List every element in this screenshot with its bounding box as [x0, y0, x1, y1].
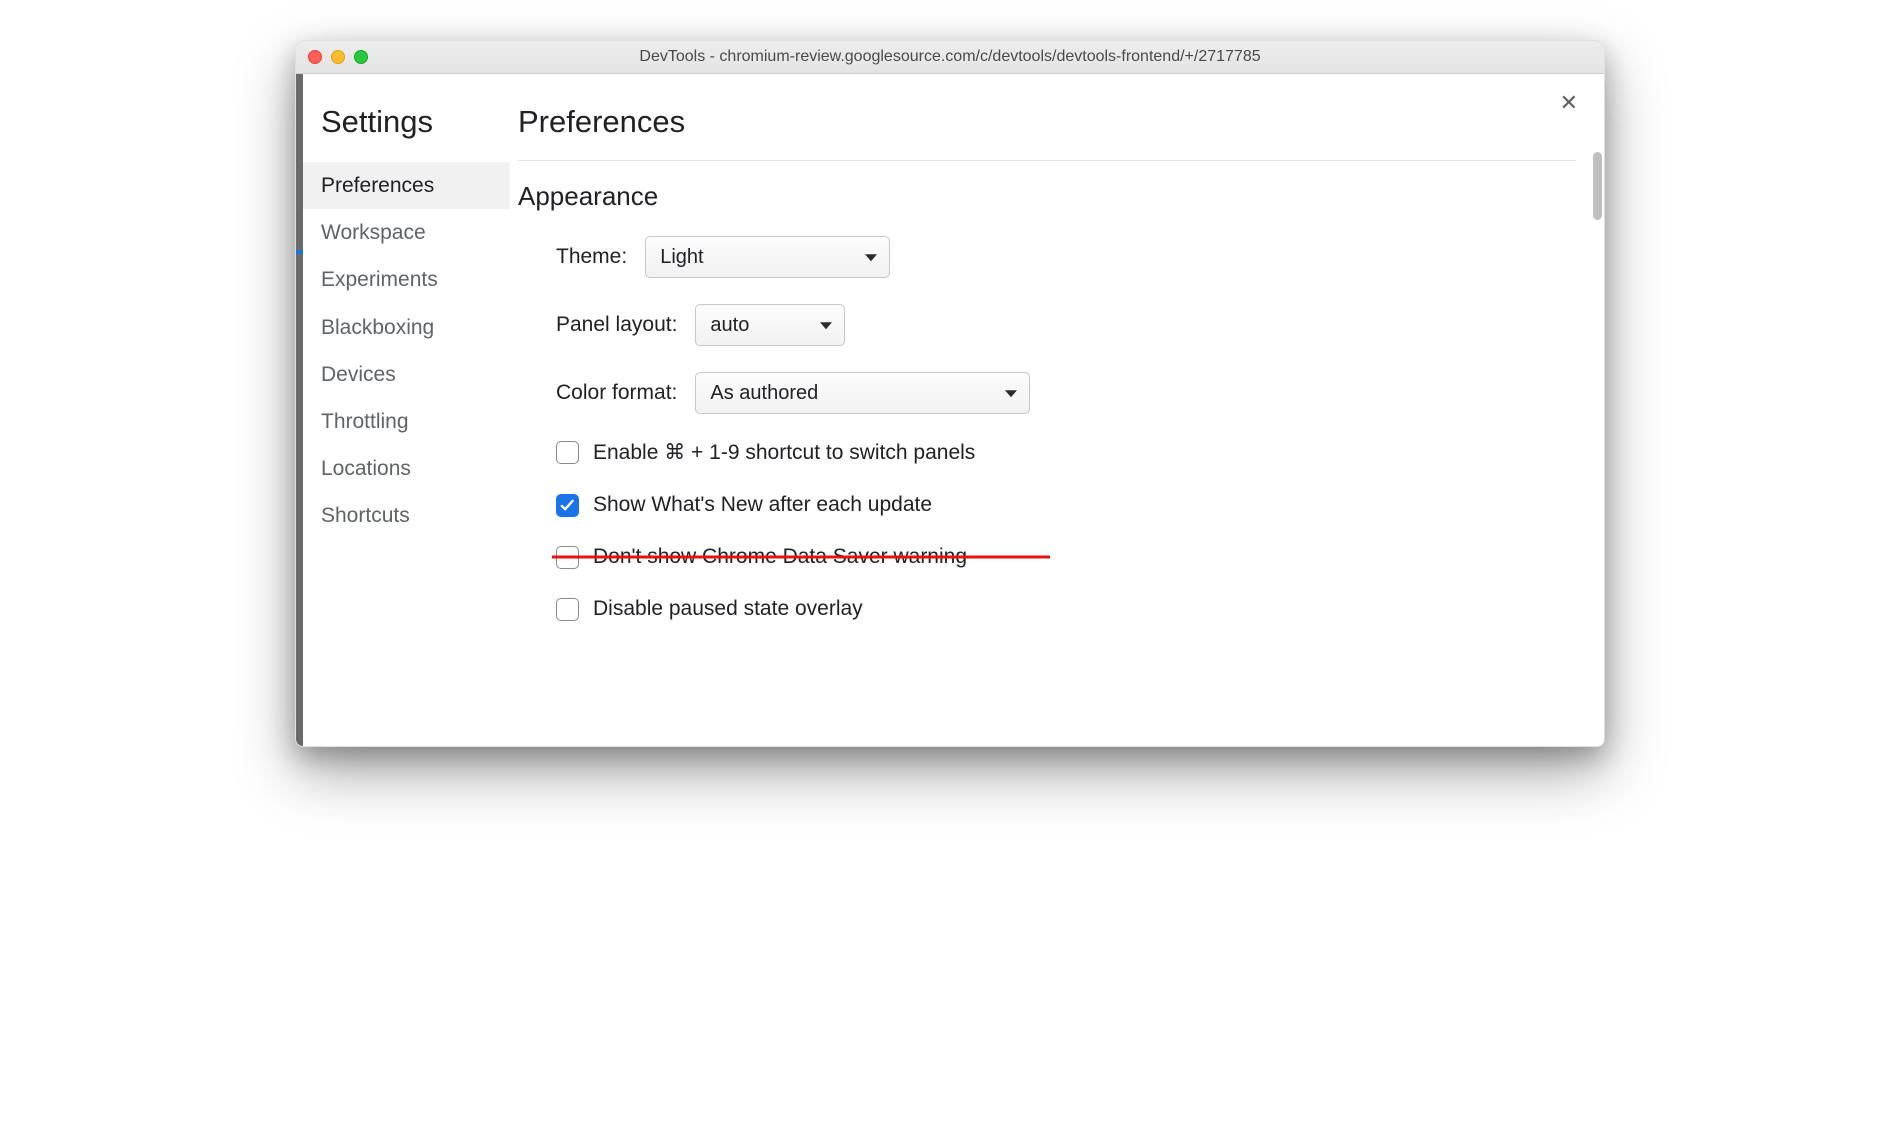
sidebar-item-throttling[interactable]: Throttling	[303, 398, 510, 445]
datasaver-checkbox[interactable]	[556, 546, 579, 569]
window-maximize-button[interactable]	[354, 50, 368, 64]
panel-layout-value: auto	[710, 314, 749, 337]
shortcut-checkbox-label: Enable ⌘ + 1-9 shortcut to switch panels	[593, 440, 975, 465]
whatsnew-checkbox-label: Show What's New after each update	[593, 493, 932, 517]
sidebar-item-blackboxing[interactable]: Blackboxing	[303, 304, 510, 351]
content-area: ✕ Settings Preferences Workspace Experim…	[296, 74, 1604, 746]
panel-layout-row: Panel layout: auto	[556, 304, 1576, 346]
theme-row: Theme: Light	[556, 236, 1576, 278]
shortcut-checkbox-row: Enable ⌘ + 1-9 shortcut to switch panels	[556, 440, 1576, 465]
sidebar-item-devices[interactable]: Devices	[303, 351, 510, 398]
panel-layout-select[interactable]: auto	[695, 304, 845, 346]
paused-overlay-checkbox[interactable]	[556, 598, 579, 621]
window-minimize-button[interactable]	[331, 50, 345, 64]
scrollbar-thumb[interactable]	[1593, 152, 1602, 220]
theme-select[interactable]: Light	[645, 236, 890, 278]
datasaver-checkbox-label: Don't show Chrome Data Saver warning	[593, 545, 967, 569]
sidebar: Settings Preferences Workspace Experimen…	[296, 74, 510, 746]
shortcut-checkbox[interactable]	[556, 441, 579, 464]
window-title: DevTools - chromium-review.googlesource.…	[296, 48, 1604, 66]
traffic-lights	[308, 50, 368, 64]
theme-label: Theme:	[556, 245, 627, 269]
titlebar: DevTools - chromium-review.googlesource.…	[296, 41, 1604, 74]
window-close-button[interactable]	[308, 50, 322, 64]
whatsnew-checkbox[interactable]	[556, 494, 579, 517]
window-title-prefix: DevTools -	[639, 48, 719, 65]
section-appearance-heading: Appearance	[518, 181, 1576, 212]
window-title-url: chromium-review.googlesource.com/c/devto…	[719, 48, 1260, 65]
datasaver-checkbox-row: Don't show Chrome Data Saver warning	[556, 545, 1576, 569]
chevron-down-icon	[1005, 390, 1017, 397]
sidebar-accent	[296, 250, 303, 254]
sidebar-item-experiments[interactable]: Experiments	[303, 256, 510, 303]
sidebar-title: Settings	[303, 104, 510, 162]
page-title: Preferences	[518, 104, 1576, 161]
paused-overlay-checkbox-label: Disable paused state overlay	[593, 597, 863, 621]
chevron-down-icon	[865, 254, 877, 261]
paused-overlay-checkbox-row: Disable paused state overlay	[556, 597, 1576, 621]
color-format-row: Color format: As authored	[556, 372, 1576, 414]
sidebar-item-locations[interactable]: Locations	[303, 445, 510, 492]
color-format-select[interactable]: As authored	[695, 372, 1030, 414]
color-format-value: As authored	[710, 382, 818, 405]
panel-layout-label: Panel layout:	[556, 313, 677, 337]
check-icon	[560, 498, 575, 513]
sidebar-item-workspace[interactable]: Workspace	[303, 209, 510, 256]
main-panel: Preferences Appearance Theme: Light Pane…	[510, 74, 1604, 746]
color-format-label: Color format:	[556, 381, 677, 405]
theme-select-value: Light	[660, 246, 703, 269]
chevron-down-icon	[820, 322, 832, 329]
sidebar-item-shortcuts[interactable]: Shortcuts	[303, 492, 510, 539]
app-window: DevTools - chromium-review.googlesource.…	[295, 40, 1605, 747]
whatsnew-checkbox-row: Show What's New after each update	[556, 493, 1576, 517]
sidebar-item-preferences[interactable]: Preferences	[303, 162, 510, 209]
